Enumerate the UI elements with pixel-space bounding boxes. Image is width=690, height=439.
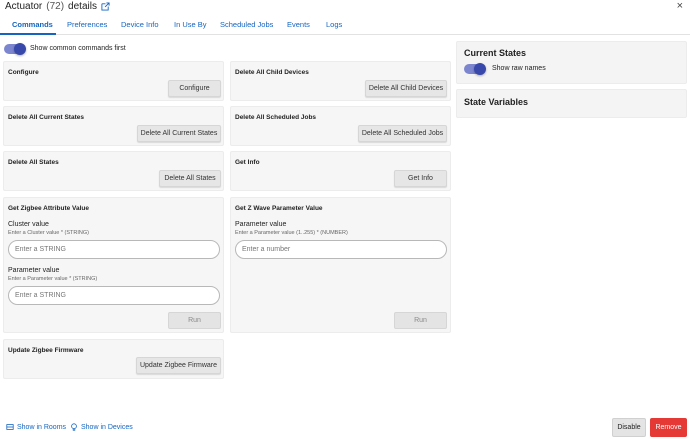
device-id: (72) — [46, 1, 65, 12]
show-in-devices-label: Show in Devices — [81, 423, 133, 431]
show-common-commands-label: Show common commands first — [30, 45, 126, 52]
dialog-title: Actuator (72) details — [5, 1, 110, 12]
toggle-knob — [14, 43, 26, 55]
show-common-commands-toggle[interactable] — [4, 43, 26, 55]
delete-all-states-button[interactable]: Delete All States — [159, 170, 221, 187]
tab-bar: Commands Preferences Device Info In Use … — [0, 16, 690, 35]
state-variables-panel: State Variables — [456, 89, 687, 118]
show-raw-names-toggle[interactable] — [464, 63, 486, 75]
command-title: Update Zigbee Firmware — [8, 347, 84, 354]
cluster-value-hint: Enter a Cluster value * (STRING) — [8, 230, 89, 236]
show-in-rooms-label: Show in Rooms — [17, 423, 67, 431]
disable-button[interactable]: Disable — [612, 418, 646, 437]
close-icon[interactable]: × — [677, 0, 683, 12]
tab-events[interactable]: Events — [287, 20, 310, 29]
command-card-configure: Configure Configure — [3, 61, 224, 101]
dialog-header: Actuator (72) details × — [0, 0, 690, 16]
show-raw-names-label: Show raw names — [492, 65, 546, 72]
get-info-button[interactable]: Get Info — [394, 170, 447, 187]
tab-device-info[interactable]: Device Info — [121, 20, 159, 29]
parameter-value-hint: Enter a Parameter value * (STRING) — [8, 276, 98, 282]
external-link-icon[interactable] — [101, 2, 110, 11]
current-states-panel: Current States Show raw names — [456, 41, 687, 84]
cluster-value-label: Cluster value — [8, 221, 49, 228]
command-title: Delete All Child Devices — [235, 69, 309, 76]
command-title: Get Zigbee Attribute Value — [8, 205, 90, 212]
command-card-delete-states: Delete All States Delete All States — [3, 151, 224, 191]
zwave-parameter-input[interactable]: Enter a number — [235, 240, 447, 259]
show-in-devices-link[interactable]: Show in Devices — [70, 423, 133, 431]
toggle-knob — [474, 63, 486, 75]
tab-logs[interactable]: Logs — [326, 20, 342, 29]
command-card-delete-current-states: Delete All Current States Delete All Cur… — [3, 106, 224, 146]
command-title: Delete All Scheduled Jobs — [235, 114, 317, 121]
command-card-delete-child-devices: Delete All Child Devices Delete All Chil… — [230, 61, 451, 101]
command-title: Get Info — [235, 159, 260, 166]
current-states-title: Current States — [464, 48, 527, 58]
tab-preferences[interactable]: Preferences — [67, 20, 107, 29]
show-in-rooms-link[interactable]: Show in Rooms — [6, 423, 66, 431]
rooms-icon — [6, 424, 14, 430]
remove-button[interactable]: Remove — [650, 418, 687, 437]
parameter-value-input[interactable]: Enter a STRING — [8, 286, 220, 305]
run-zigbee-button[interactable]: Run — [168, 312, 221, 329]
command-card-update-zigbee-firmware: Update Zigbee Firmware Update Zigbee Fir… — [3, 339, 224, 379]
tab-scheduled-jobs[interactable]: Scheduled Jobs — [220, 20, 273, 29]
run-zwave-button[interactable]: Run — [394, 312, 447, 329]
update-zigbee-firmware-button[interactable]: Update Zigbee Firmware — [136, 357, 221, 374]
tab-commands[interactable]: Commands — [12, 20, 53, 29]
command-title: Get Z Wave Parameter Value — [235, 205, 323, 212]
active-tab-indicator — [0, 33, 56, 35]
command-card-get-info: Get Info Get Info — [230, 151, 451, 191]
lightbulb-icon — [71, 423, 77, 431]
zwave-parameter-hint: Enter a Parameter value (1..255) * (NUMB… — [235, 230, 348, 236]
configure-button[interactable]: Configure — [168, 80, 221, 97]
delete-all-scheduled-jobs-button[interactable]: Delete All Scheduled Jobs — [358, 125, 447, 142]
command-title: Delete All Current States — [8, 114, 84, 121]
delete-all-child-devices-button[interactable]: Delete All Child Devices — [365, 80, 447, 97]
delete-all-current-states-button[interactable]: Delete All Current States — [137, 125, 221, 142]
device-name: Actuator — [5, 1, 43, 12]
command-card-get-zigbee-attribute: Get Zigbee Attribute Value Cluster value… — [3, 197, 224, 333]
title-suffix: details — [68, 1, 97, 12]
cluster-value-input[interactable]: Enter a STRING — [8, 240, 220, 259]
command-card-delete-scheduled-jobs: Delete All Scheduled Jobs Delete All Sch… — [230, 106, 451, 146]
command-title: Delete All States — [8, 159, 59, 166]
command-card-get-zwave-parameter: Get Z Wave Parameter Value Parameter val… — [230, 197, 451, 333]
parameter-value-label: Parameter value — [8, 267, 60, 274]
tab-in-use-by[interactable]: In Use By — [174, 20, 207, 29]
state-variables-title: State Variables — [464, 97, 529, 107]
zwave-parameter-label: Parameter value — [235, 221, 287, 228]
command-title: Configure — [8, 69, 39, 76]
